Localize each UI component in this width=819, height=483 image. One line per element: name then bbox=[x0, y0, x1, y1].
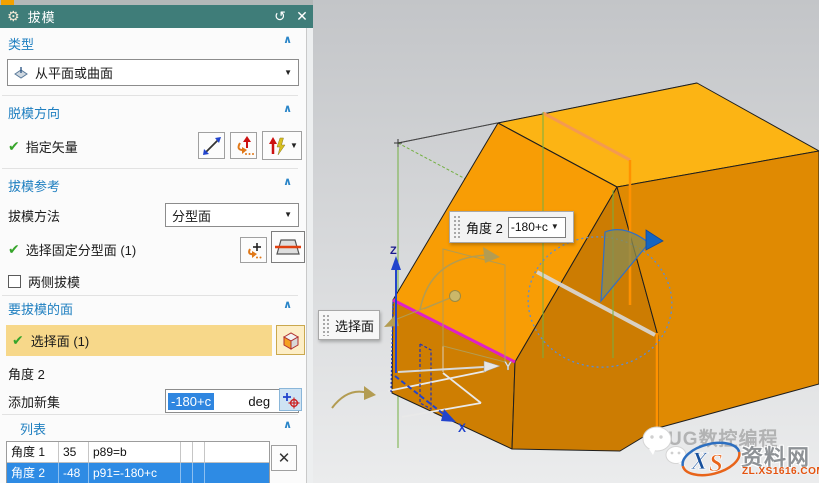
chevron-up-icon[interactable]: ∧ bbox=[283, 420, 292, 431]
caret-down-icon[interactable]: ▼ bbox=[284, 69, 292, 77]
section-faces-to-draft[interactable]: 要拔模的面 ∧ bbox=[8, 299, 294, 315]
reverse-vector-icon bbox=[202, 136, 222, 156]
dialog-edge-strip bbox=[307, 28, 313, 483]
select-face-row[interactable]: ✔ 选择面 (1) bbox=[6, 325, 272, 356]
check-icon: ✔ bbox=[12, 332, 24, 349]
parting-face-icon bbox=[275, 236, 301, 258]
section-type[interactable]: 类型 ∧ bbox=[8, 34, 294, 50]
svg-text:S: S bbox=[709, 450, 723, 477]
select-face-tooltip[interactable]: 选择面 bbox=[318, 310, 380, 340]
specify-vector-row[interactable]: ✔ 指定矢量 bbox=[8, 131, 78, 161]
vector-constructor-icon bbox=[266, 135, 288, 157]
dialog-body: 类型 ∧ 从平面或曲面 ▼ 脱模方向 ∧ ✔ 指定矢量 bbox=[0, 28, 307, 483]
select-face-tip-label: 选择面 bbox=[335, 316, 374, 335]
draft-method-dropdown[interactable]: 分型面 ▼ bbox=[165, 203, 299, 227]
y-axis-label: Y bbox=[504, 359, 512, 373]
onscreen-angle-input[interactable]: -180+c ▼ bbox=[508, 217, 566, 238]
angle2-value-selected[interactable]: -180+c bbox=[168, 393, 214, 410]
caret-down-icon[interactable]: ▼ bbox=[284, 211, 292, 219]
check-icon: ✔ bbox=[8, 138, 20, 155]
x-axis-label: X bbox=[458, 421, 466, 435]
drag-grip-icon[interactable] bbox=[322, 314, 331, 336]
section-draw-direction[interactable]: 脱模方向 ∧ bbox=[8, 103, 294, 119]
draft-dialog[interactable]: ⚙ 拔模 ↺ ✕ 类型 ∧ 从平面或曲面 ▼ 脱模方 bbox=[0, 0, 313, 483]
both-sides-row[interactable]: 两侧拔模 bbox=[8, 271, 80, 291]
point-dialog-button[interactable] bbox=[240, 237, 267, 263]
nx-application-window: Z Y X UG数控编程 X S 资料网 ZL.XS1616.COM 角度 2 … bbox=[0, 0, 819, 483]
angle-list-table[interactable]: 角度 1 35 p89=b 角度 2 -48 p91=-180+c bbox=[6, 441, 270, 483]
chevron-up-icon[interactable]: ∧ bbox=[283, 35, 292, 46]
add-new-set-label-wrap: 添加新集 bbox=[8, 389, 60, 413]
xs-logo: X S bbox=[678, 437, 748, 481]
parting-face-button[interactable] bbox=[271, 231, 305, 263]
face-cube-icon bbox=[280, 329, 302, 351]
delete-icon: ✕ bbox=[278, 449, 291, 467]
draft-type-icon bbox=[12, 65, 30, 81]
section-draft-reference[interactable]: 拔模参考 ∧ bbox=[8, 176, 294, 192]
section-list[interactable]: 列表 ∧ bbox=[20, 419, 294, 435]
reverse-vector-button[interactable] bbox=[198, 132, 225, 159]
caret-down-icon[interactable]: ▼ bbox=[290, 142, 298, 150]
svg-text:X: X bbox=[690, 448, 709, 475]
fixed-parting-row[interactable]: ✔ 选择固定分型面 (1) bbox=[8, 234, 136, 264]
list-row-angle1[interactable]: 角度 1 35 p89=b bbox=[7, 442, 269, 463]
angle2-label-wrap: 角度 2 bbox=[8, 361, 45, 385]
gear-icon: ⚙ bbox=[7, 8, 20, 25]
both-sides-checkbox[interactable] bbox=[8, 275, 21, 288]
separator bbox=[2, 295, 298, 296]
remove-list-item-button[interactable]: ✕ bbox=[271, 445, 297, 471]
caret-down-icon[interactable]: ▼ bbox=[551, 223, 559, 231]
face-collector-button[interactable] bbox=[276, 325, 305, 355]
add-set-icon bbox=[282, 391, 300, 409]
handle-origin-ball[interactable] bbox=[450, 291, 461, 302]
vector-constructor-button[interactable]: ▼ bbox=[262, 131, 302, 160]
reset-button[interactable]: ↺ bbox=[269, 8, 291, 25]
onscreen-angle-label: 角度 2 bbox=[466, 218, 503, 237]
draft-method-label-wrap: 拔模方法 bbox=[8, 203, 60, 227]
point-plus-icon bbox=[244, 240, 264, 260]
chevron-up-icon[interactable]: ∧ bbox=[283, 177, 292, 188]
check-icon: ✔ bbox=[8, 241, 20, 258]
separator bbox=[2, 168, 298, 169]
z-axis-label: Z bbox=[390, 245, 397, 257]
vector-dialog-button[interactable] bbox=[230, 132, 257, 159]
angle2-unit: deg bbox=[248, 394, 270, 409]
vector-dialog-icon bbox=[234, 136, 254, 156]
dialog-titlebar[interactable]: ⚙ 拔模 ↺ ✕ bbox=[0, 5, 313, 28]
drag-grip-icon[interactable] bbox=[453, 215, 462, 239]
separator bbox=[2, 414, 298, 415]
list-row-angle2-selected[interactable]: 角度 2 -48 p91=-180+c bbox=[7, 463, 269, 483]
onscreen-angle-input-box[interactable]: 角度 2 -180+c ▼ bbox=[449, 211, 574, 243]
chevron-up-icon[interactable]: ∧ bbox=[283, 300, 292, 311]
chevron-up-icon[interactable]: ∧ bbox=[283, 104, 292, 115]
dialog-title: 拔模 bbox=[28, 7, 56, 26]
type-dropdown[interactable]: 从平面或曲面 ▼ bbox=[7, 59, 299, 86]
add-new-set-button[interactable] bbox=[279, 388, 302, 411]
separator bbox=[2, 95, 298, 96]
close-button[interactable]: ✕ bbox=[291, 8, 313, 25]
watermark-site-url: ZL.XS1616.COM bbox=[742, 466, 819, 477]
